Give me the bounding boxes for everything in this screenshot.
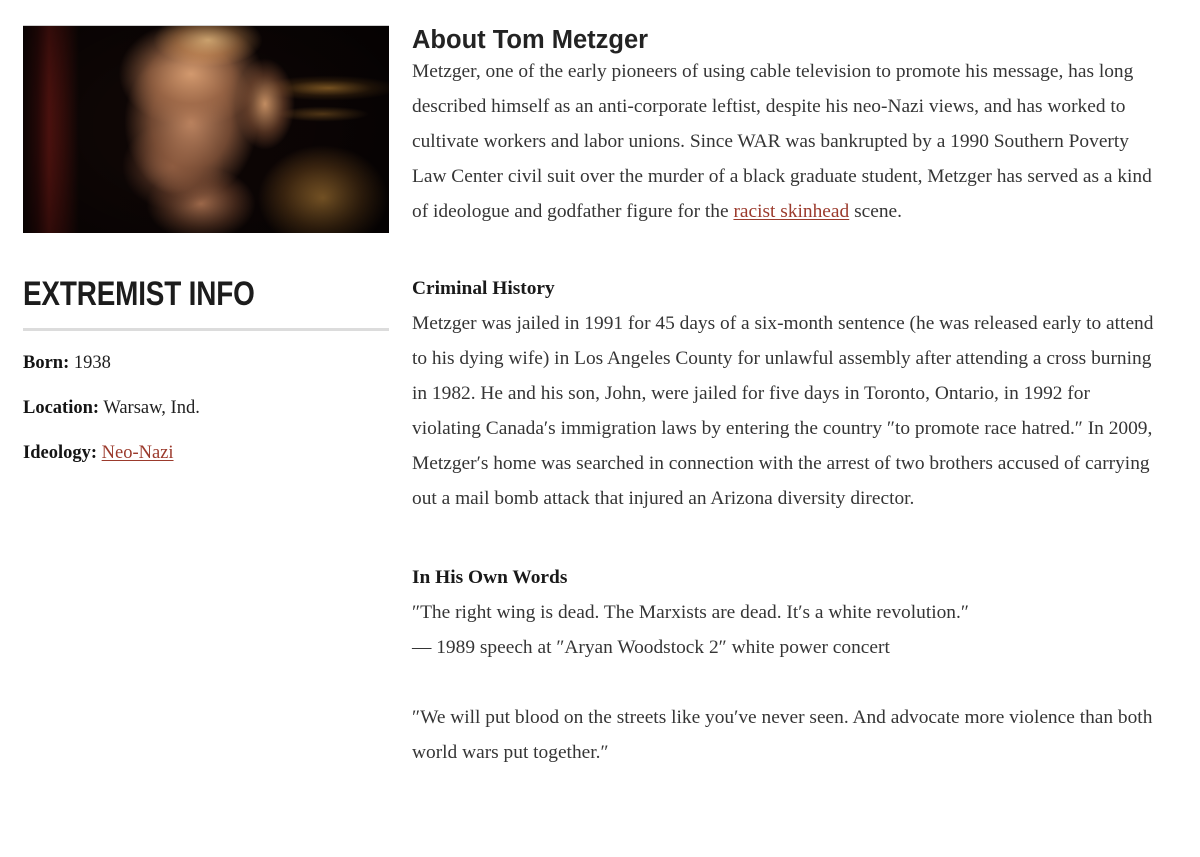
info-label-born: Born: — [23, 353, 70, 373]
intro-text-after-link: scene. — [849, 201, 902, 223]
criminal-history-section: Criminal History Metzger was jailed in 1… — [412, 271, 1162, 516]
info-row-location: Location: Warsaw, Ind. — [23, 397, 389, 419]
profile-main-content: About Tom Metzger Metzger, one of the ea… — [412, 26, 1162, 770]
intro-paragraph: Metzger, one of the early pioneers of us… — [412, 54, 1162, 229]
section-divider — [23, 328, 389, 331]
info-label-ideology: Ideology: — [23, 443, 97, 464]
quote-attribution-1: — 1989 speech at ″Aryan Woodstock 2″ whi… — [412, 637, 890, 659]
info-row-born: Born: 1938 — [23, 352, 389, 374]
intro-text-before-link: Metzger, one of the early pioneers of us… — [412, 61, 1152, 223]
info-value-location: Warsaw, Ind. — [103, 398, 200, 419]
quote-text-2: ″We will put blood on the streets like y… — [412, 707, 1153, 764]
portrait-image-content — [23, 26, 389, 233]
in-his-own-words-heading: In His Own Words — [412, 567, 568, 589]
quote-spacer — [412, 665, 1162, 700]
criminal-history-paragraph: Metzger was jailed in 1991 for 45 days o… — [412, 313, 1154, 510]
info-row-ideology: Ideology: Neo-Nazi — [23, 442, 389, 464]
ideology-link[interactable]: Neo-Nazi — [102, 443, 174, 463]
quote-text-1: ″The right wing is dead. The Marxists ar… — [412, 602, 969, 624]
profile-page: EXTREMIST INFO Born: 1938 Location: Wars… — [0, 0, 1200, 857]
extremist-info-heading: EXTREMIST INFO — [23, 275, 255, 313]
racist-skinhead-link[interactable]: racist skinhead — [733, 201, 849, 222]
info-value-born: 1938 — [73, 353, 111, 373]
page-title: About Tom Metzger — [412, 26, 649, 54]
profile-sidebar: EXTREMIST INFO Born: 1938 Location: Wars… — [23, 25, 389, 465]
info-label-location: Location: — [23, 398, 100, 419]
criminal-history-heading: Criminal History — [412, 278, 555, 300]
in-his-own-words-section: In His Own Words ″The right wing is dead… — [412, 560, 1162, 770]
portrait-photo — [23, 25, 389, 233]
extremist-info-list: Born: 1938 Location: Warsaw, Ind. Ideolo… — [23, 352, 389, 465]
